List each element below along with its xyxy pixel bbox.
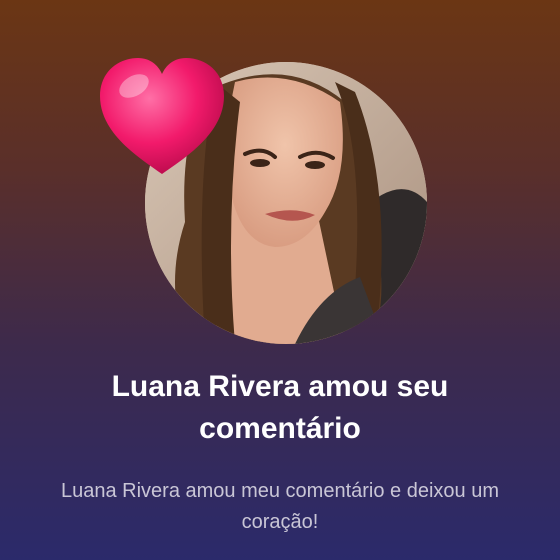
- notification-message: Luana Rivera amou meu comentário e deixo…: [60, 480, 500, 533]
- notification-card: Luana Rivera amou seu comentário Luana R…: [0, 0, 560, 560]
- notification-title: Luana Rivera amou seu comentário: [111, 370, 449, 445]
- heart-icon: [96, 52, 228, 180]
